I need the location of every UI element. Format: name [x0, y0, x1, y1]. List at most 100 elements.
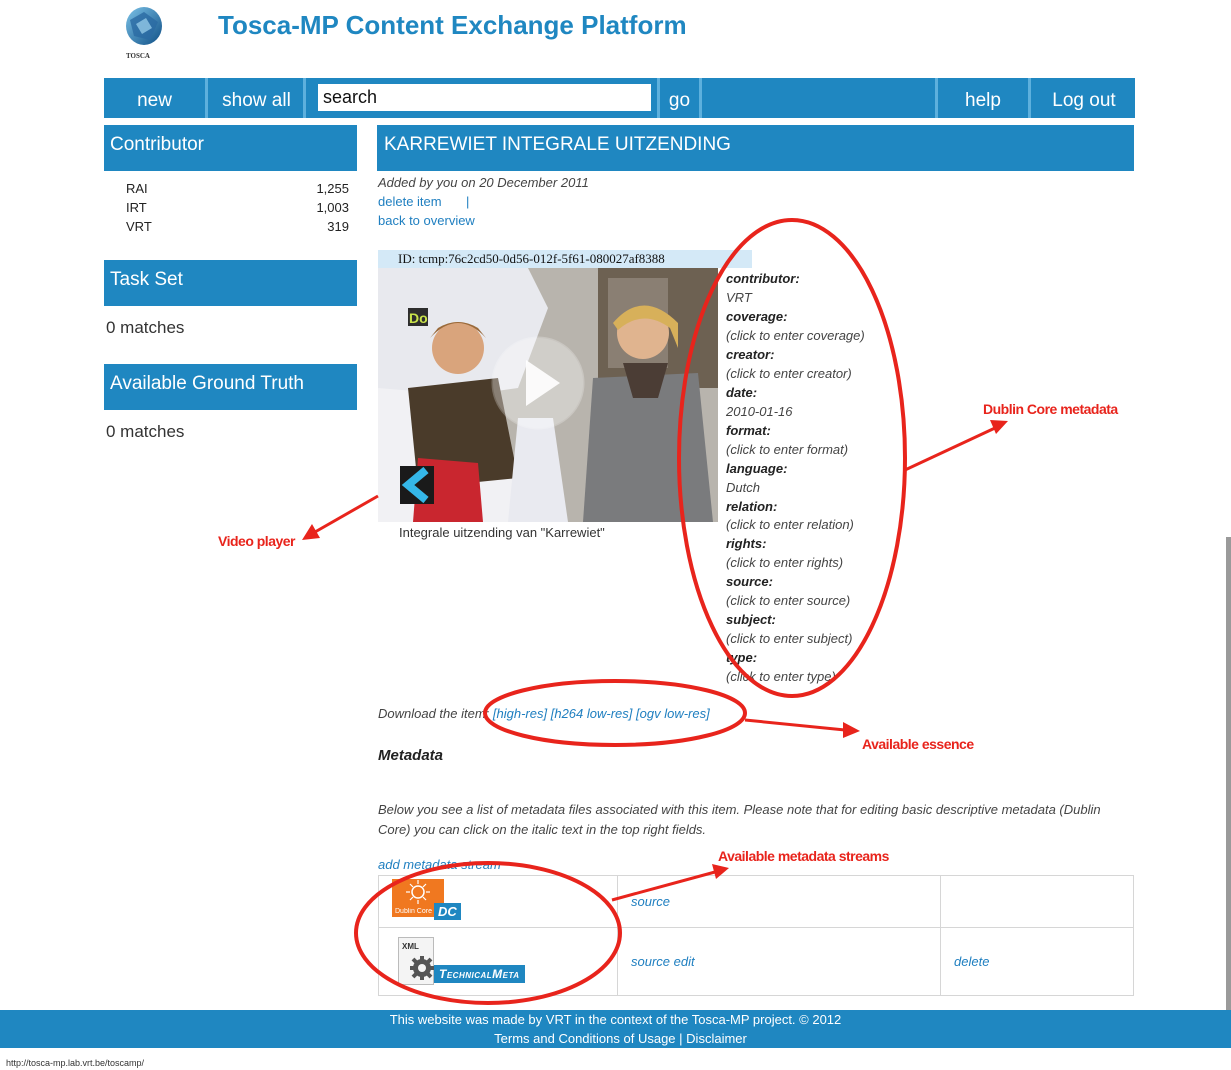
annotation-streams: Available metadata streams	[718, 848, 889, 864]
app-title: Tosca-MP Content Exchange Platform	[218, 10, 687, 40]
technical-meta-icon[interactable]: XML TechnicalMeta	[398, 936, 548, 987]
item-id: ID: tcmp:76c2cd50-0d56-012f-5f61-080027a…	[378, 250, 752, 268]
source-edit-link[interactable]: source edit	[631, 954, 695, 969]
dc-label-source: source:	[726, 574, 773, 589]
contributor-name: VRT	[126, 219, 152, 234]
dc-badge: DC	[434, 902, 461, 920]
disclaimer-link[interactable]: Disclaimer	[686, 1031, 747, 1046]
download-row: Download the item: [high-res] [h264 low-…	[378, 706, 710, 721]
dc-label-contributor: contributor:	[726, 271, 800, 286]
metadata-heading: Metadata	[378, 747, 444, 764]
download-high-res-link[interactable]: [high-res]	[493, 706, 547, 721]
source-link[interactable]: source	[631, 894, 670, 909]
dc-logo-text: Dublin Core	[395, 907, 432, 915]
arrow-head	[843, 722, 860, 738]
contributor-count: 1,255	[316, 181, 349, 196]
xml-file-icon: XML	[398, 936, 434, 985]
dc-label-subject: subject:	[726, 612, 776, 627]
dc-value-type[interactable]: (click to enter type)	[726, 669, 836, 684]
dublin-core-icon[interactable]: Dublin Core DC	[392, 878, 462, 925]
dc-label-format: format:	[726, 423, 771, 438]
dc-value-date[interactable]: 2010-01-16	[726, 404, 793, 419]
contributor-count: 1,003	[316, 200, 349, 215]
stream-delete-cell: delete	[940, 927, 1134, 996]
sun-icon	[406, 879, 430, 904]
contributor-item-vrt[interactable]: VRT 319	[126, 219, 349, 234]
xml-file-label: XML	[402, 941, 419, 951]
arrow-head	[990, 420, 1008, 434]
stream-actions-cell: source	[617, 875, 941, 928]
dc-label-creator: creator:	[726, 347, 775, 362]
ground-truth-heading: Available Ground Truth	[104, 364, 357, 410]
show-all-button[interactable]: show all	[210, 78, 306, 118]
logo-text: TOSCA	[126, 52, 150, 60]
video-frame: Do	[378, 268, 718, 522]
task-set-matches: 0 matches	[106, 318, 185, 337]
stream-actions-cell: source edit	[617, 927, 941, 996]
contributor-count: 319	[327, 219, 349, 234]
dc-value-relation[interactable]: (click to enter relation)	[726, 517, 854, 532]
stream-icon-cell: XML TechnicalMeta	[378, 927, 618, 996]
metadata-streams-table: Dublin Core DC source XML TechnicalMeta …	[378, 875, 1134, 996]
item-title-bar: KARREWIET INTEGRALE UITZENDING	[377, 125, 1134, 171]
footer: This website was made by VRT in the cont…	[0, 1010, 1231, 1048]
back-to-overview-link[interactable]: back to overview	[378, 213, 475, 228]
task-set-heading: Task Set	[104, 260, 357, 306]
scrollbar[interactable]	[1226, 537, 1231, 1017]
dc-value-format[interactable]: (click to enter format)	[726, 442, 848, 457]
add-metadata-stream-link[interactable]: add metadata stream	[378, 857, 501, 872]
dc-value-language[interactable]: Dutch	[726, 480, 760, 495]
dc-label-coverage: coverage:	[726, 309, 788, 324]
item-title: KARREWIET INTEGRALE UITZENDING	[384, 134, 731, 155]
arrow-head	[302, 524, 320, 540]
dc-value-source[interactable]: (click to enter source)	[726, 593, 850, 608]
delete-link[interactable]: delete	[954, 954, 989, 969]
stream-icon-cell: Dublin Core DC	[378, 875, 618, 928]
download-ogv-link[interactable]: [ogv low-res]	[636, 706, 710, 721]
dc-label-type: type:	[726, 650, 758, 665]
dc-value-coverage[interactable]: (click to enter coverage)	[726, 328, 865, 343]
annotation-dublin-core: Dublin Core metadata	[983, 401, 1118, 417]
annotation-video-player: Video player	[218, 533, 296, 549]
metadata-description: Below you see a list of metadata files a…	[378, 802, 1101, 837]
contributor-item-irt[interactable]: IRT 1,003	[126, 200, 349, 215]
help-button[interactable]: help	[935, 78, 1031, 118]
contributor-item-rai[interactable]: RAI 1,255	[126, 181, 349, 196]
go-button[interactable]: go	[657, 78, 702, 118]
annotation-essence: Available essence	[862, 736, 974, 752]
footer-separator: |	[679, 1031, 683, 1046]
ground-truth-matches: 0 matches	[106, 422, 185, 441]
link-separator: |	[466, 194, 470, 209]
dc-value-contributor[interactable]: VRT	[726, 290, 752, 305]
dc-value-rights[interactable]: (click to enter rights)	[726, 555, 843, 570]
logout-button[interactable]: Log out	[1033, 78, 1135, 118]
dc-label-relation: relation:	[726, 499, 778, 514]
dc-label-date: date:	[726, 385, 758, 400]
contributor-name: RAI	[126, 181, 148, 196]
logo-icon	[126, 7, 162, 45]
gear-icon	[410, 955, 434, 980]
video-player[interactable]: Do	[378, 268, 718, 522]
terms-link[interactable]: Terms and Conditions of Usage	[494, 1031, 675, 1046]
added-by-text: Added by you on 20 December 2011	[378, 175, 589, 190]
contributor-name: IRT	[126, 200, 147, 215]
search-input[interactable]: search	[318, 84, 651, 111]
dc-label-rights: rights:	[726, 536, 767, 551]
delete-item-link[interactable]: delete item	[378, 194, 442, 209]
footer-links: Terms and Conditions of Usage | Disclaim…	[0, 1031, 1231, 1046]
dc-value-subject[interactable]: (click to enter subject)	[726, 631, 852, 646]
dc-value-creator[interactable]: (click to enter creator)	[726, 366, 852, 381]
download-label: Download the item:	[378, 706, 490, 721]
dc-label-language: language:	[726, 461, 788, 476]
footer-line: This website was made by VRT in the cont…	[389, 1012, 842, 1027]
technical-meta-badge: TechnicalMeta	[434, 964, 525, 983]
table-row: Dublin Core DC source	[378, 875, 1134, 928]
contributor-heading: Contributor	[104, 125, 357, 171]
table-row: XML TechnicalMeta source edit delete	[378, 927, 1134, 996]
new-button[interactable]: new	[104, 78, 208, 118]
status-bar-url: http://tosca-mp.lab.vrt.be/toscamp/	[6, 1058, 145, 1068]
svg-text:Do: Do	[409, 310, 428, 326]
logo[interactable]: TOSCA	[122, 4, 166, 60]
download-h264-link[interactable]: [h264 low-res]	[551, 706, 633, 721]
video-caption: Integrale uitzending van "Karrewiet"	[399, 525, 605, 540]
